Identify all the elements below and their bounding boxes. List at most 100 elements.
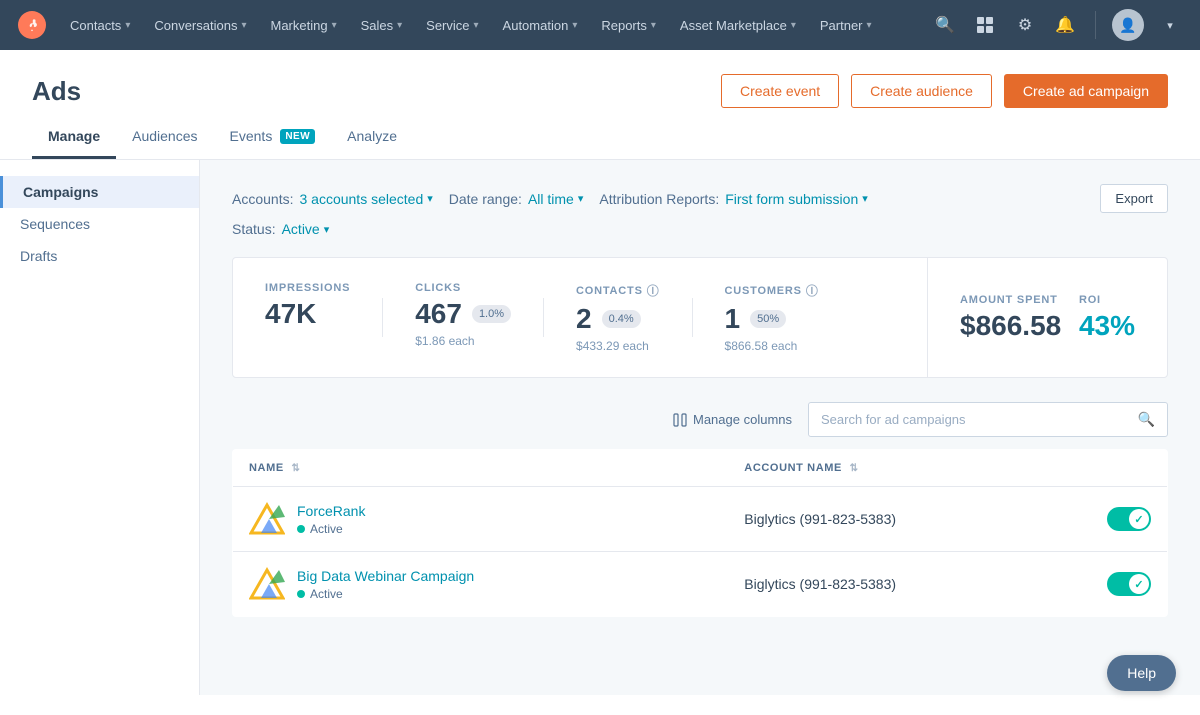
sidebar-item-sequences[interactable]: Sequences xyxy=(0,208,199,240)
account-sort-icon[interactable]: ⇅ xyxy=(850,463,859,474)
forcerank-toggle[interactable]: ✓ xyxy=(1107,507,1151,531)
campaign-search-button[interactable]: 🔍 xyxy=(1126,403,1167,436)
stats-main: IMPRESSIONS 47K CLICKS 467 1.0% $1.8 xyxy=(233,258,927,377)
roi-label: ROI xyxy=(1079,294,1135,306)
impressions-value: 47K xyxy=(265,298,316,330)
main-content: Campaigns Sequences Drafts Accounts: 3 a… xyxy=(0,160,1200,695)
user-avatar[interactable]: 👤 xyxy=(1112,9,1144,41)
stat-divider-1 xyxy=(382,298,383,337)
attribution-filter-button[interactable]: First form submission ▾ xyxy=(725,191,868,207)
campaign-icon-forcerank xyxy=(249,501,285,537)
nav-contacts[interactable]: Contacts ▾ xyxy=(60,12,140,39)
sidebar-item-drafts[interactable]: Drafts xyxy=(0,240,199,272)
nav-reports[interactable]: Reports ▾ xyxy=(591,12,666,39)
roi-value: 43% xyxy=(1079,310,1135,342)
settings-icon[interactable]: ⚙ xyxy=(1011,11,1039,39)
tab-analyze[interactable]: Analyze xyxy=(331,116,413,159)
header-actions: Create event Create audience Create ad c… xyxy=(721,74,1168,108)
date-range-filter-button[interactable]: All time ▾ xyxy=(528,191,583,207)
notifications-icon[interactable]: 🔔 xyxy=(1051,11,1079,39)
forcerank-status-text: Active xyxy=(310,522,343,536)
sidebar-item-campaigns[interactable]: Campaigns xyxy=(0,176,199,208)
accounts-filter-button[interactable]: 3 accounts selected ▾ xyxy=(299,191,432,207)
bigdata-toggle-container: ✓ xyxy=(1107,572,1151,596)
forcerank-toggle-container: ✓ xyxy=(1107,507,1151,531)
contacts-value-row: 2 0.4% xyxy=(576,303,660,335)
tab-events[interactable]: Events NEW xyxy=(214,116,332,159)
contacts-value: 2 xyxy=(576,303,592,335)
nav-sales[interactable]: Sales ▾ xyxy=(351,12,413,39)
stat-amount-spent: AMOUNT SPENT $866.58 xyxy=(960,294,1061,342)
amount-spent-value: $866.58 xyxy=(960,310,1061,342)
nav-service[interactable]: Service ▾ xyxy=(416,12,488,39)
help-button[interactable]: Help xyxy=(1107,655,1176,691)
marketplace-icon[interactable] xyxy=(971,11,999,39)
stat-roi: ROI 43% xyxy=(1079,294,1135,342)
columns-icon xyxy=(673,413,687,427)
sales-chevron-icon: ▾ xyxy=(397,20,402,31)
table-toolbar: Manage columns 🔍 xyxy=(232,402,1168,437)
partner-chevron-icon: ▾ xyxy=(867,20,872,31)
campaign-name-forcerank[interactable]: ForceRank xyxy=(297,503,365,519)
status-chevron-icon: ▾ xyxy=(324,223,330,236)
table-cell-name-forcerank: ForceRank Active xyxy=(233,487,729,552)
service-chevron-icon: ▾ xyxy=(474,20,479,31)
search-magnifier-icon: 🔍 xyxy=(1138,411,1155,427)
top-navigation: Contacts ▾ Conversations ▾ Marketing ▾ S… xyxy=(0,0,1200,50)
date-range-filter-label: Date range: xyxy=(449,191,522,207)
tab-audiences[interactable]: Audiences xyxy=(116,116,213,159)
tab-manage[interactable]: Manage xyxy=(32,116,116,159)
status-filter: Status: Active ▾ xyxy=(232,221,329,237)
nav-asset-marketplace[interactable]: Asset Marketplace ▾ xyxy=(670,12,806,39)
filters-row-1: Accounts: 3 accounts selected ▾ Date ran… xyxy=(232,184,1168,213)
account-chevron-icon[interactable]: ▾ xyxy=(1156,11,1184,39)
nav-marketing[interactable]: Marketing ▾ xyxy=(260,12,346,39)
campaign-search-input[interactable] xyxy=(809,404,1126,435)
export-button[interactable]: Export xyxy=(1100,184,1168,213)
search-icon[interactable]: 🔍 xyxy=(931,11,959,39)
attribution-chevron-icon: ▾ xyxy=(862,192,868,205)
stat-customers: CUSTOMERS ⓘ 1 50% $866.58 each xyxy=(725,282,819,353)
stat-divider-3 xyxy=(692,298,693,337)
customers-value: 1 xyxy=(725,303,741,335)
table-cell-account-forcerank: Biglytics (991-823-5383) ✓ xyxy=(728,487,1167,552)
create-campaign-button[interactable]: Create ad campaign xyxy=(1004,74,1168,108)
accounts-filter-label: Accounts: xyxy=(232,191,293,207)
page-title: Ads xyxy=(32,76,81,107)
asset-marketplace-chevron-icon: ▾ xyxy=(791,20,796,31)
page-header: Ads Create event Create audience Create … xyxy=(0,50,1200,108)
filters-row-2: Status: Active ▾ xyxy=(232,221,1168,237)
customers-info-icon[interactable]: ⓘ xyxy=(806,282,819,299)
manage-columns-button[interactable]: Manage columns xyxy=(673,412,792,427)
campaign-name-bigdata[interactable]: Big Data Webinar Campaign xyxy=(297,568,474,584)
contacts-info-icon[interactable]: ⓘ xyxy=(647,282,660,299)
table-cell-account-bigdata: Biglytics (991-823-5383) ✓ xyxy=(728,552,1167,617)
hubspot-logo[interactable] xyxy=(16,9,48,41)
contacts-badge: 0.4% xyxy=(602,310,641,328)
campaigns-table: NAME ⇅ ACCOUNT NAME ⇅ xyxy=(232,449,1168,617)
stat-clicks: CLICKS 467 1.0% $1.86 each xyxy=(415,282,511,348)
attribution-filter-label: Attribution Reports: xyxy=(599,191,719,207)
campaign-search-wrapper: 🔍 xyxy=(808,402,1168,437)
contacts-label: CONTACTS ⓘ xyxy=(576,282,660,299)
conversations-chevron-icon: ▾ xyxy=(241,20,246,31)
clicks-sub: $1.86 each xyxy=(415,334,511,348)
bigdata-toggle-knob: ✓ xyxy=(1129,574,1149,594)
create-event-button[interactable]: Create event xyxy=(721,74,839,108)
sidebar: Campaigns Sequences Drafts xyxy=(0,160,200,695)
tabs-bar: Manage Audiences Events NEW Analyze xyxy=(0,116,1200,160)
nav-conversations[interactable]: Conversations ▾ xyxy=(144,12,256,39)
bigdata-status-dot xyxy=(297,590,305,598)
bigdata-toggle[interactable]: ✓ xyxy=(1107,572,1151,596)
nav-partner[interactable]: Partner ▾ xyxy=(810,12,882,39)
create-audience-button[interactable]: Create audience xyxy=(851,74,992,108)
clicks-value-row: 467 1.0% xyxy=(415,298,511,330)
date-range-filter: Date range: All time ▾ xyxy=(449,191,584,207)
name-sort-icon[interactable]: ⇅ xyxy=(291,463,300,474)
stat-contacts: CONTACTS ⓘ 2 0.4% $433.29 each xyxy=(576,282,660,353)
status-filter-button[interactable]: Active ▾ xyxy=(282,221,330,237)
clicks-badge: 1.0% xyxy=(472,305,511,323)
table-header-account: ACCOUNT NAME ⇅ xyxy=(728,450,1167,487)
table-cell-name-bigdata: Big Data Webinar Campaign Active xyxy=(233,552,729,617)
nav-automation[interactable]: Automation ▾ xyxy=(493,12,588,39)
